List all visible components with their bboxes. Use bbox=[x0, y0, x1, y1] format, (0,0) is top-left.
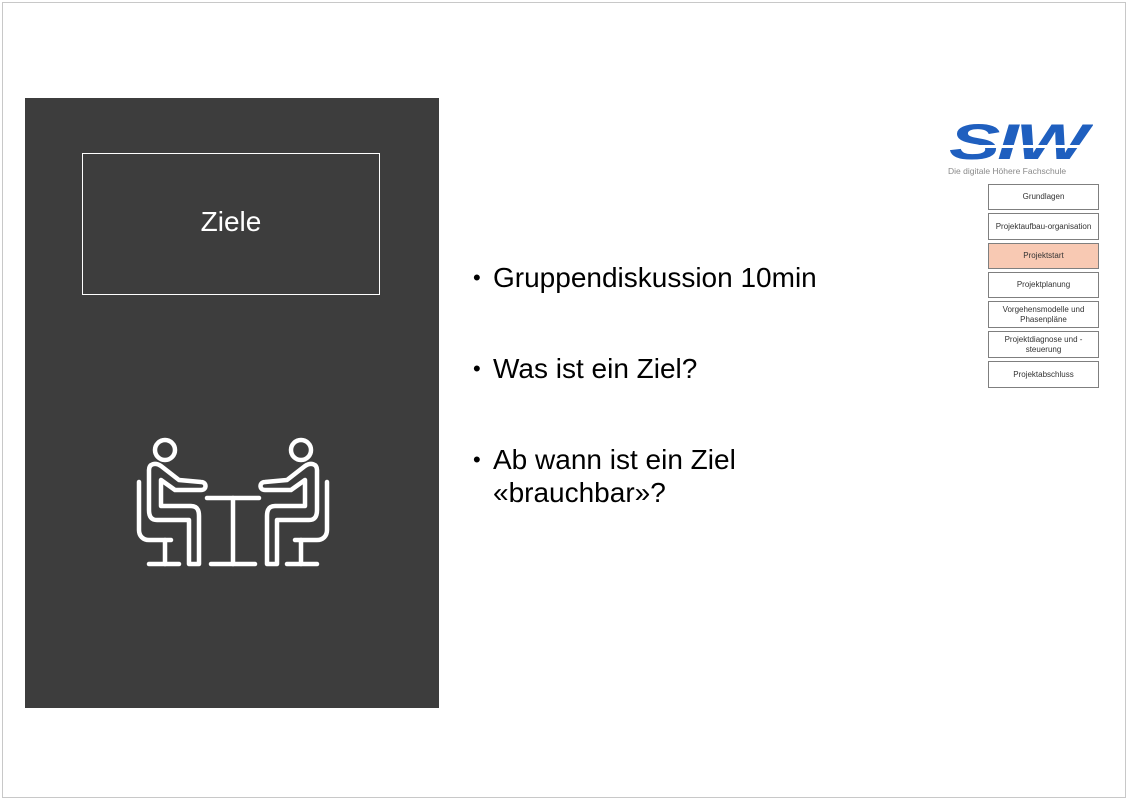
nav-item-vorgehensmodelle[interactable]: Vorgehensmodelle und Phasenpläne bbox=[988, 301, 1099, 328]
bullet-item: Ab wann ist ein Ziel «brauchbar»? bbox=[473, 443, 893, 509]
nav-item-projektdiagnose[interactable]: Projektdiagnose und -steuerung bbox=[988, 331, 1099, 358]
bullet-item: Gruppendiskussion 10min bbox=[473, 261, 893, 294]
slide: Ziele Gruppendiskussion 10min Was ist ei… bbox=[2, 2, 1126, 798]
chapter-nav: Grundlagen Projektaufbau-organisation Pr… bbox=[988, 184, 1099, 391]
bullet-list: Gruppendiskussion 10min Was ist ein Ziel… bbox=[473, 261, 893, 567]
nav-item-projektabschluss[interactable]: Projektabschluss bbox=[988, 361, 1099, 388]
svg-text:SIW: SIW bbox=[949, 115, 1093, 170]
logo-tagline: Die digitale Höhere Fachschule bbox=[948, 166, 1067, 176]
bullet-item: Was ist ein Ziel? bbox=[473, 352, 893, 385]
title-box: Ziele bbox=[82, 153, 380, 295]
nav-item-grundlagen[interactable]: Grundlagen bbox=[988, 184, 1099, 210]
nav-item-projektplanung[interactable]: Projektplanung bbox=[988, 272, 1099, 298]
nav-item-projektaufbauorganisation[interactable]: Projektaufbau-organisation bbox=[988, 213, 1099, 240]
panel-title: Ziele bbox=[200, 206, 262, 237]
left-panel: Ziele bbox=[25, 98, 439, 708]
nav-item-projektstart[interactable]: Projektstart bbox=[988, 243, 1099, 269]
meeting-icon bbox=[136, 437, 330, 567]
